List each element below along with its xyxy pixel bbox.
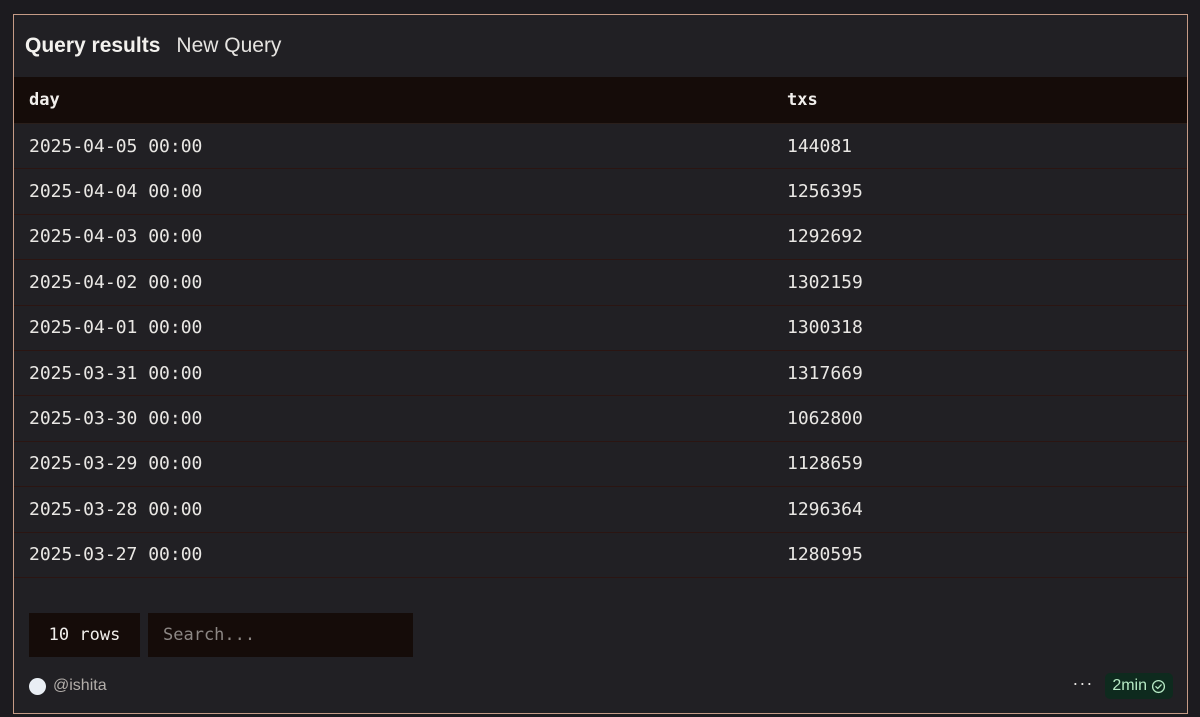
check-circle-icon [1151, 679, 1166, 694]
more-horizontal-icon[interactable]: ··· [1072, 674, 1093, 698]
panel-title: Query results [25, 34, 161, 57]
table-row: 2025-04-04 00:00 1256395 [14, 169, 1187, 215]
cell-day: 2025-03-27 00:00 [29, 544, 203, 566]
cell-day: 2025-04-05 00:00 [29, 135, 203, 157]
table-row: 2025-03-30 00:00 1062800 [14, 396, 1187, 442]
cell-day: 2025-04-03 00:00 [29, 226, 203, 248]
table-row: 2025-03-27 00:00 1280595 [14, 533, 1187, 578]
execution-time-badge: 2min [1105, 673, 1173, 699]
table-row: 2025-04-03 00:00 1292692 [14, 215, 1187, 261]
cell-day: 2025-03-31 00:00 [29, 362, 203, 384]
search-input[interactable] [148, 613, 413, 657]
cell-txs: 1317669 [787, 362, 863, 384]
table-row: 2025-04-02 00:00 1302159 [14, 260, 1187, 306]
cell-day: 2025-03-28 00:00 [29, 498, 203, 520]
table-row: 2025-03-29 00:00 1128659 [14, 442, 1187, 488]
cell-day: 2025-03-30 00:00 [29, 408, 203, 430]
execution-time: 2min [1112, 677, 1147, 694]
query-results-panel: Query results New Query day txs 2025-04-… [13, 14, 1188, 714]
cell-day: 2025-04-02 00:00 [29, 271, 203, 293]
results-table: day txs 2025-04-05 00:00 144081 2025-04-… [14, 77, 1187, 578]
table-row: 2025-04-05 00:00 144081 [14, 124, 1187, 170]
cell-txs: 1062800 [787, 408, 863, 430]
avatar [29, 677, 46, 695]
footer-actions: ··· 2min [1072, 673, 1173, 699]
cell-day: 2025-03-29 00:00 [29, 453, 203, 475]
cell-txs: 144081 [787, 135, 853, 157]
author-info[interactable]: @ishita [29, 677, 107, 695]
table-row: 2025-03-28 00:00 1296364 [14, 487, 1187, 533]
cell-txs: 1296364 [787, 498, 863, 520]
panel-footer: @ishita ··· 2min [29, 672, 1173, 700]
table-header: day txs [14, 77, 1187, 124]
table-row: 2025-03-31 00:00 1317669 [14, 351, 1187, 397]
cell-day: 2025-04-04 00:00 [29, 181, 203, 203]
column-header-txs[interactable]: txs [787, 90, 1187, 110]
cell-day: 2025-04-01 00:00 [29, 317, 203, 339]
cell-txs: 1256395 [787, 181, 863, 203]
cell-txs: 1302159 [787, 271, 863, 293]
panel-header: Query results New Query [25, 15, 281, 77]
table-controls: 10 rows [29, 613, 413, 657]
cell-txs: 1280595 [787, 544, 863, 566]
column-header-day[interactable]: day [14, 90, 787, 110]
table-row: 2025-04-01 00:00 1300318 [14, 306, 1187, 351]
query-name[interactable]: New Query [176, 34, 281, 58]
cell-txs: 1128659 [787, 453, 863, 475]
rows-count-button[interactable]: 10 rows [29, 613, 140, 657]
author-name: @ishita [53, 677, 107, 694]
cell-txs: 1292692 [787, 226, 863, 248]
cell-txs: 1300318 [787, 317, 863, 339]
